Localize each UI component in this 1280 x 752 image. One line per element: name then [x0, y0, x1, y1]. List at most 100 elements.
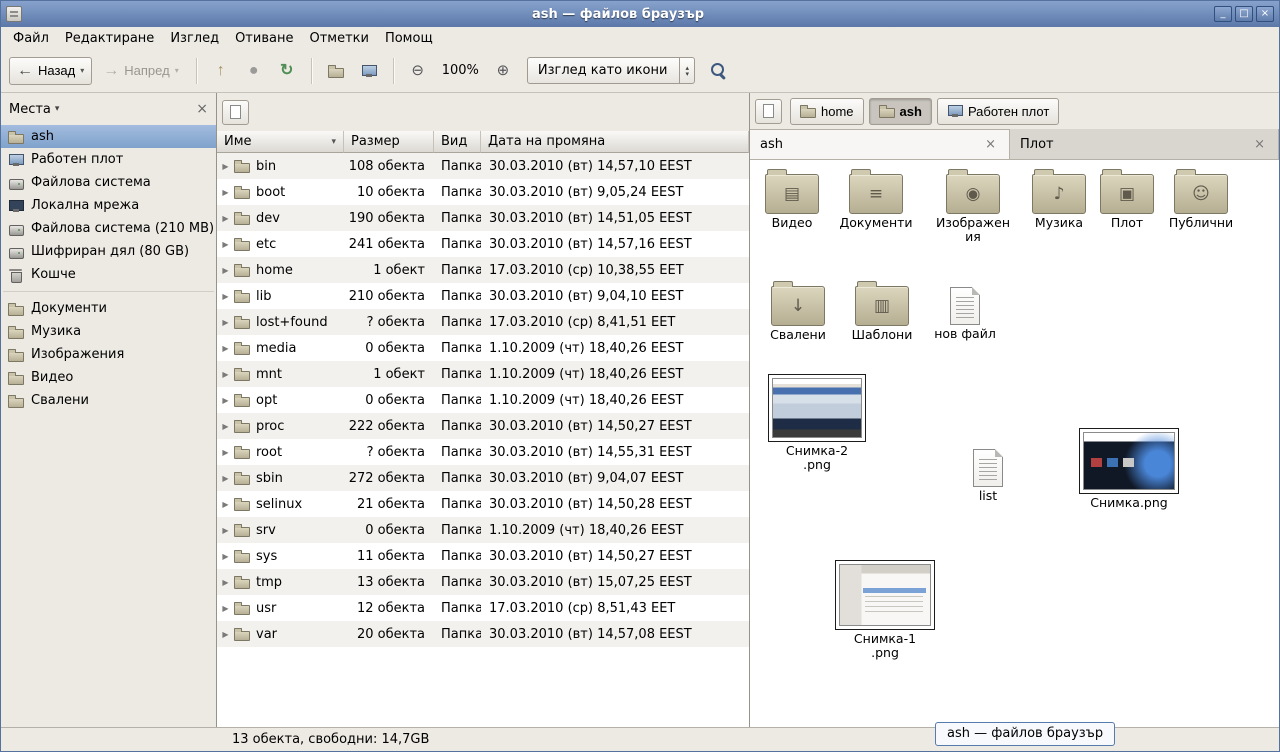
chevron-down-icon[interactable]: ▾: [55, 104, 60, 114]
icon-item-snimka-1[interactable]: Снимка-1.png: [832, 560, 938, 661]
sidebar-item-downloads[interactable]: Свалени: [1, 389, 216, 412]
table-row[interactable]: ▶srv0 обектаПапка1.10.2009 (чт) 18,40,26…: [217, 517, 749, 543]
table-row[interactable]: ▶var20 обектаПапка30.03.2010 (вт) 14,57,…: [217, 621, 749, 647]
icon-item-public[interactable]: ☺Публични: [1159, 168, 1243, 230]
menu-item-file[interactable]: Файл: [5, 29, 57, 48]
table-row[interactable]: ▶lost+found? обектаПапка17.03.2010 (ср) …: [217, 309, 749, 335]
icon-item-pictures[interactable]: ◉Изображения: [931, 168, 1015, 245]
table-row[interactable]: ▶media0 обектаПапка1.10.2009 (чт) 18,40,…: [217, 335, 749, 361]
table-row[interactable]: ▶proc222 обектаПапка30.03.2010 (вт) 14,5…: [217, 413, 749, 439]
sidebar-item-filesystem-210mb[interactable]: Файлова система (210 MB): [1, 217, 216, 240]
table-row[interactable]: ▶boot10 обектаПапка30.03.2010 (вт) 9,05,…: [217, 179, 749, 205]
icon-item-new-file[interactable]: нов файл: [923, 280, 1007, 341]
close-button[interactable]: ×: [1256, 6, 1274, 22]
breadcrumb-home[interactable]: home: [790, 98, 864, 125]
icon-item-desktop[interactable]: ▣Плот: [1087, 168, 1167, 230]
sidebar-item-ash[interactable]: ash: [1, 125, 216, 148]
sidebar-item-desktop[interactable]: Работен плот: [1, 148, 216, 171]
breadcrumb-desktop[interactable]: Работен плот: [937, 98, 1059, 125]
sidebar-item-filesystem[interactable]: Файлова система: [1, 171, 216, 194]
expander-icon[interactable]: ▶: [220, 240, 231, 249]
table-row[interactable]: ▶usr12 обектаПапка17.03.2010 (ср) 8,51,4…: [217, 595, 749, 621]
menu-item-edit[interactable]: Редактиране: [57, 29, 162, 48]
table-row[interactable]: ▶etc241 обектаПапка30.03.2010 (вт) 14,57…: [217, 231, 749, 257]
table-row[interactable]: ▶mnt1 обектПапка1.10.2009 (чт) 18,40,26 …: [217, 361, 749, 387]
menu-item-help[interactable]: Помощ: [377, 29, 441, 48]
forward-button[interactable]: → Напред ▾: [95, 57, 186, 85]
title-bar[interactable]: ash — файлов браузър _ □ ×: [1, 1, 1279, 27]
search-button[interactable]: [704, 56, 734, 86]
table-row[interactable]: ▶tmp13 обектаПапка30.03.2010 (вт) 15,07,…: [217, 569, 749, 595]
expander-icon[interactable]: ▶: [220, 162, 231, 171]
back-button[interactable]: ← Назад ▾: [9, 57, 92, 85]
table-row[interactable]: ▶root? обектаПапка30.03.2010 (вт) 14,55,…: [217, 439, 749, 465]
path-root-button[interactable]: [755, 99, 782, 124]
sidebar-item-documents[interactable]: Документи: [1, 297, 216, 320]
zoom-out-button[interactable]: ⊖: [403, 56, 433, 86]
sidebar-item-trash[interactable]: Кошче: [1, 263, 216, 286]
expander-icon[interactable]: ▶: [220, 292, 231, 301]
expander-icon[interactable]: ▶: [220, 474, 231, 483]
reload-button[interactable]: ↻: [272, 56, 302, 86]
sidebar-item-pictures[interactable]: Изображения: [1, 343, 216, 366]
zoom-in-button[interactable]: ⊕: [488, 56, 518, 86]
table-row[interactable]: ▶selinux21 обектаПапка30.03.2010 (вт) 14…: [217, 491, 749, 517]
sidebar-item-encrypted-80gb[interactable]: Шифриран дял (80 GB): [1, 240, 216, 263]
sidebar-close-icon[interactable]: ×: [196, 101, 208, 117]
expander-icon[interactable]: ▶: [220, 370, 231, 379]
table-row[interactable]: ▶bin108 обектаПапка30.03.2010 (вт) 14,57…: [217, 153, 749, 179]
expander-icon[interactable]: ▶: [220, 552, 231, 561]
icon-item-templates[interactable]: ▥Шаблони: [840, 280, 924, 342]
tab-plot[interactable]: Плот×: [1010, 129, 1279, 159]
icon-item-documents[interactable]: ≡Документи: [833, 168, 919, 230]
icon-item-snimka-2[interactable]: Снимка-2.png: [766, 374, 868, 473]
stop-button[interactable]: ●: [239, 56, 269, 86]
menu-item-view[interactable]: Изглед: [162, 29, 227, 48]
table-row[interactable]: ▶dev190 обектаПапка30.03.2010 (вт) 14,51…: [217, 205, 749, 231]
sidebar-title[interactable]: Места: [9, 102, 51, 117]
expander-icon[interactable]: ▶: [220, 396, 231, 405]
expander-icon[interactable]: ▶: [220, 266, 231, 275]
table-row[interactable]: ▶lib210 обектаПапка30.03.2010 (вт) 9,04,…: [217, 283, 749, 309]
tab-close-icon[interactable]: ×: [982, 137, 999, 152]
column-header-date[interactable]: Дата на промяна: [481, 131, 749, 153]
view-mode-select[interactable]: Изглед като икони ▴▾: [527, 57, 695, 84]
tab-close-icon[interactable]: ×: [1251, 137, 1268, 152]
up-button[interactable]: ↑: [206, 56, 236, 86]
minimize-button[interactable]: _: [1214, 6, 1232, 22]
menu-item-bookmarks[interactable]: Отметки: [301, 29, 376, 48]
expander-icon[interactable]: ▶: [220, 422, 231, 431]
sidebar-item-video[interactable]: Видео: [1, 366, 216, 389]
sidebar-item-music[interactable]: Музика: [1, 320, 216, 343]
combo-spinner-icon[interactable]: ▴▾: [679, 58, 694, 83]
expander-icon[interactable]: ▶: [220, 578, 231, 587]
breadcrumb-ash[interactable]: ash: [869, 98, 932, 125]
computer-button[interactable]: [354, 56, 384, 86]
expander-icon[interactable]: ▶: [220, 630, 231, 639]
table-row[interactable]: ▶sbin272 обектаПапка30.03.2010 (вт) 9,04…: [217, 465, 749, 491]
expander-icon[interactable]: ▶: [220, 344, 231, 353]
menu-item-go[interactable]: Отиване: [227, 29, 301, 48]
table-row[interactable]: ▶home1 обектПапка17.03.2010 (ср) 10,38,5…: [217, 257, 749, 283]
column-header-name[interactable]: Име▾: [217, 131, 344, 153]
icon-item-snimka[interactable]: Снимка.png: [1076, 428, 1182, 510]
column-header-size[interactable]: Размер: [344, 131, 434, 153]
icon-item-downloads[interactable]: ↓Свалени: [756, 280, 840, 342]
expander-icon[interactable]: ▶: [220, 188, 231, 197]
icon-item-video[interactable]: ▤Видео: [750, 168, 834, 230]
icon-canvas[interactable]: ▤Видео≡Документи◉Изображения♪Музика▣Плот…: [750, 160, 1279, 727]
expander-icon[interactable]: ▶: [220, 448, 231, 457]
table-row[interactable]: ▶sys11 обектаПапка30.03.2010 (вт) 14,50,…: [217, 543, 749, 569]
expander-icon[interactable]: ▶: [220, 318, 231, 327]
table-row[interactable]: ▶opt0 обектаПапка1.10.2009 (чт) 18,40,26…: [217, 387, 749, 413]
expander-icon[interactable]: ▶: [220, 604, 231, 613]
home-button[interactable]: [321, 56, 351, 86]
maximize-button[interactable]: □: [1235, 6, 1253, 22]
expander-icon[interactable]: ▶: [220, 214, 231, 223]
expander-icon[interactable]: ▶: [220, 526, 231, 535]
pane-options-button[interactable]: [222, 100, 249, 125]
icon-item-list[interactable]: list: [946, 442, 1030, 503]
sidebar-item-local-network[interactable]: Локална мрежа: [1, 194, 216, 217]
column-header-type[interactable]: Вид: [434, 131, 481, 153]
expander-icon[interactable]: ▶: [220, 500, 231, 509]
